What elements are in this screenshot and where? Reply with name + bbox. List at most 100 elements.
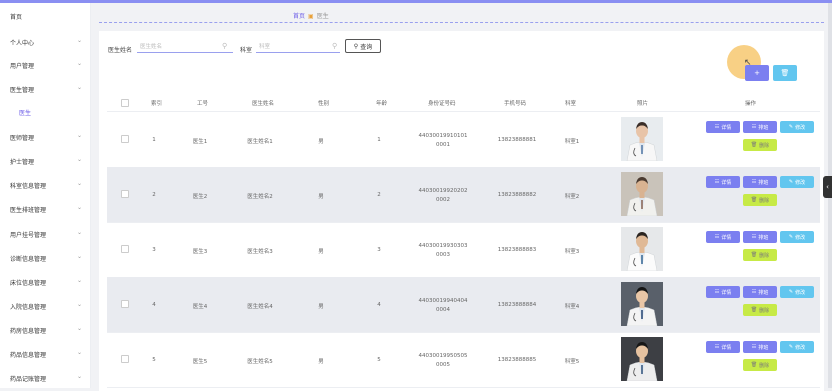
edit-button-label: 修改: [795, 344, 806, 351]
row-checkbox[interactable]: [121, 300, 129, 308]
doctor-portrait-icon: [621, 117, 663, 162]
header-photo: 照片: [637, 101, 649, 107]
table-header: 索引 工号 医生姓名 性别 年龄 身份证号码 手机号码 科室 照片 操作: [107, 93, 820, 112]
delete-button[interactable]: 🗑 删除: [743, 139, 777, 151]
breadcrumb-divider: [99, 22, 824, 23]
edit-button[interactable]: ✎ 修改: [780, 286, 814, 298]
edit-icon: ✎: [788, 344, 794, 350]
delete-button[interactable]: 🗑 删除: [743, 249, 777, 261]
sidebar-item[interactable]: 床位信息管理 ⌄: [0, 275, 90, 289]
cell-name: 医生姓名3: [247, 249, 273, 255]
cell-idcard: 44030019950505 0005: [413, 352, 473, 370]
idcard-line-1: 44030019930303: [418, 243, 468, 249]
edit-button[interactable]: ✎ 修改: [780, 341, 814, 353]
schedule-button[interactable]: ☷ 排班: [743, 121, 777, 133]
doctor-photo: [621, 227, 663, 272]
sidebar-item[interactable]: 药品信息管理 ⌄: [0, 347, 90, 361]
detail-button[interactable]: ☷ 详情: [706, 176, 740, 188]
edit-button-label: 修改: [795, 124, 806, 131]
doctor-portrait-icon: [621, 282, 663, 327]
schedule-button-label: 排班: [758, 124, 769, 131]
sidebar-item[interactable]: 科室信息管理 ⌄: [0, 178, 90, 192]
cell-gender: 男: [318, 139, 324, 145]
detail-button[interactable]: ☷ 详情: [706, 286, 740, 298]
sidebar-item[interactable]: 个人中心 ⌄: [0, 35, 90, 49]
edit-button-label: 修改: [795, 179, 806, 186]
idcard-line-1: 44030019920202: [418, 188, 468, 194]
dept-input[interactable]: [256, 41, 340, 53]
sidebar-item-label: 护士管理: [10, 159, 35, 166]
sidebar-item[interactable]: 用户管理 ⌄: [0, 58, 90, 72]
idcard-line-2: 0003: [436, 252, 450, 258]
edit-button[interactable]: ✎ 修改: [780, 121, 814, 133]
cell-dept: 科室4: [564, 304, 580, 310]
schedule-button[interactable]: ☷ 排班: [743, 286, 777, 298]
schedule-button[interactable]: ☷ 排班: [743, 176, 777, 188]
sidebar-item[interactable]: 医师管理 ⌄: [0, 130, 90, 144]
sidebar-item[interactable]: 用户挂号管理 ⌄: [0, 227, 90, 241]
sidebar-item[interactable]: 护士管理 ⌄: [0, 154, 90, 168]
detail-button[interactable]: ☷ 详情: [706, 341, 740, 353]
chevron-down-icon: ⌄: [76, 60, 82, 67]
idcard-line-1: 44030019950505: [418, 353, 468, 359]
row-checkbox[interactable]: [121, 190, 129, 198]
cell-dept: 科室1: [564, 139, 580, 145]
sidebar-item[interactable]: 入院信息管理 ⌄: [0, 299, 90, 313]
mouse-cursor-icon: ↖: [744, 58, 752, 68]
plus-icon: +: [754, 69, 760, 77]
sidebar-item[interactable]: 诊断信息管理 ⌄: [0, 251, 90, 265]
sidebar-item[interactable]: 医生: [0, 105, 90, 119]
cell-phone: 13823888883: [497, 247, 537, 253]
doctor-portrait-icon: [621, 227, 663, 272]
collapse-tab-button[interactable]: ‹: [823, 176, 832, 198]
doctor-name-input[interactable]: [137, 41, 233, 53]
trash-icon: 🗑: [750, 197, 758, 203]
trash-icon: 🗑: [750, 142, 758, 148]
batch-delete-button[interactable]: 🗑: [773, 65, 797, 81]
delete-button[interactable]: 🗑 删除: [743, 194, 777, 206]
delete-button[interactable]: 🗑 删除: [743, 359, 777, 371]
cell-id: 医生2: [192, 194, 208, 200]
sidebar-item[interactable]: 医生管理 ⌄: [0, 82, 90, 96]
idcard-line-2: 0005: [436, 362, 450, 368]
sidebar-item[interactable]: 首页: [0, 9, 90, 23]
delete-button[interactable]: 🗑 删除: [743, 304, 777, 316]
cell-gender: 男: [318, 194, 324, 200]
sidebar-item-label: 药品记账管理: [10, 376, 47, 383]
cell-id: 医生1: [192, 139, 208, 145]
cell-phone: 13823888882: [497, 192, 537, 198]
schedule-button[interactable]: ☷ 排班: [743, 341, 777, 353]
idcard-line-2: 0001: [436, 142, 450, 148]
row-checkbox[interactable]: [121, 135, 129, 143]
doctor-photo: [621, 172, 663, 217]
chevron-down-icon: ⌄: [76, 37, 82, 44]
detail-icon: ☷: [714, 344, 720, 350]
chevron-down-icon: ⌄: [76, 229, 82, 236]
chevron-down-icon: ⌄: [76, 180, 82, 187]
doctor-portrait-icon: [621, 172, 663, 217]
query-button[interactable]: ⚲ 查询: [345, 39, 381, 53]
edit-icon: ✎: [788, 289, 794, 295]
cell-phone: 13823888885: [497, 357, 537, 363]
idcard-line-1: 44030019940404: [418, 298, 468, 304]
breadcrumb-home[interactable]: 首页: [293, 13, 305, 20]
sidebar-item[interactable]: 医生排班管理 ⌄: [0, 202, 90, 216]
detail-button[interactable]: ☷ 详情: [706, 231, 740, 243]
schedule-icon: ☷: [751, 124, 757, 130]
row-checkbox[interactable]: [121, 245, 129, 253]
chevron-down-icon: ⌄: [76, 253, 82, 260]
sidebar-item[interactable]: 药房信息管理 ⌄: [0, 323, 90, 337]
table-row: 5 医生5 医生姓名5 男 5 44030019950505 0005 13823888885…: [107, 332, 820, 388]
cell-id: 医生3: [192, 249, 208, 255]
edit-button[interactable]: ✎ 修改: [780, 231, 814, 243]
row-checkbox[interactable]: [121, 355, 129, 363]
detail-button[interactable]: ☷ 详情: [706, 121, 740, 133]
sidebar-item[interactable]: 药品记账管理 ⌄: [0, 371, 90, 385]
select-all-checkbox[interactable]: [121, 99, 129, 107]
edit-button[interactable]: ✎ 修改: [780, 176, 814, 188]
cell-age: 4: [377, 302, 381, 308]
main-content: 首页▣医生 医生姓名 ⚲ 科室 ⚲ ⚲ 查询 + 🗑 ↖ 索引 工号 医生姓名 …: [91, 3, 832, 391]
cell-idcard: 44030019910101 0001: [413, 132, 473, 150]
schedule-button[interactable]: ☷ 排班: [743, 231, 777, 243]
cell-name: 医生姓名2: [247, 194, 273, 200]
